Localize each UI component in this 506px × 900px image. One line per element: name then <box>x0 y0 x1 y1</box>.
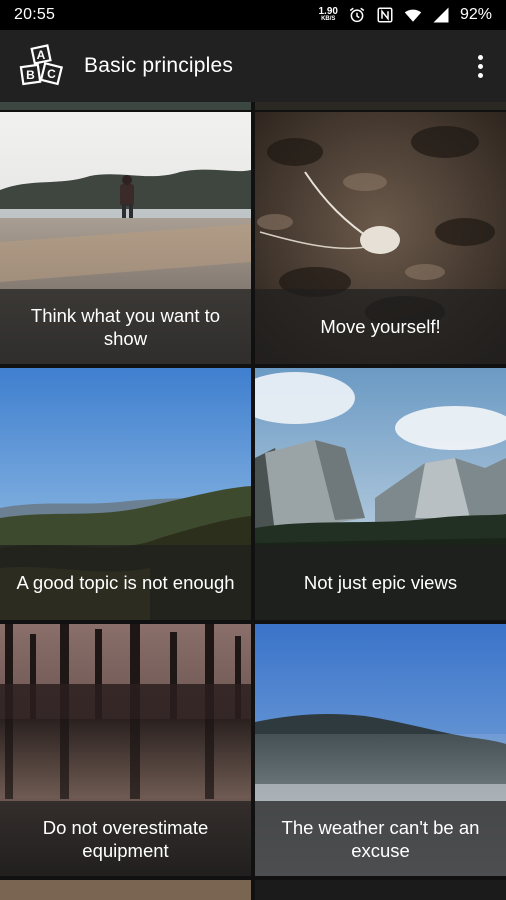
topic-tile[interactable]: Not just epic views <box>255 368 506 620</box>
logo-letter-a: A <box>37 48 46 62</box>
app-bar: A B C Basic principles <box>0 30 506 102</box>
topic-caption: Move yourself! <box>255 289 506 364</box>
topic-caption: Not just epic views <box>255 545 506 620</box>
status-bar: 20:55 1.90 KB/S 92% <box>0 0 506 30</box>
topic-caption: A good topic is not enough <box>0 545 251 620</box>
topic-caption: Think what you want to show <box>0 289 251 364</box>
logo-letter-c: C <box>47 67 56 81</box>
more-vert-icon-dot <box>477 63 483 69</box>
tile-partial-bottom-left[interactable] <box>0 880 251 900</box>
abc-blocks-icon: A B C <box>18 42 66 90</box>
status-time: 20:55 <box>14 6 56 23</box>
more-vert-icon-dot <box>477 72 483 78</box>
more-options-button[interactable] <box>468 46 492 86</box>
topic-tile[interactable]: A good topic is not enough <box>0 368 251 620</box>
nfc-icon <box>377 7 393 23</box>
logo-letter-b: B <box>26 68 35 82</box>
battery-level: 92% <box>459 6 492 23</box>
topic-tile[interactable]: The weather can't be an excuse <box>255 624 506 876</box>
topic-tile[interactable]: Move yourself! <box>255 112 506 364</box>
network-speed-value: 1.90 <box>318 5 338 17</box>
topic-caption: Do not overestimate equipment <box>0 801 251 876</box>
alarm-icon <box>349 7 365 23</box>
tile-partial-top-right[interactable] <box>255 102 506 110</box>
topic-tile[interactable]: Think what you want to show <box>0 112 251 364</box>
network-speed-unit: KB/S <box>321 15 336 22</box>
cell-signal-icon <box>433 7 449 23</box>
tile-partial-top-left[interactable] <box>0 102 251 110</box>
topic-tile[interactable]: Do not overestimate equipment <box>0 624 251 876</box>
more-vert-icon-dot <box>477 54 483 60</box>
network-speed: 1.90 KB/S <box>318 5 338 23</box>
tile-partial-bottom-right[interactable] <box>255 880 506 900</box>
topic-caption: The weather can't be an excuse <box>255 801 506 876</box>
topics-grid: Think what you want to show Move yoursel… <box>0 102 506 900</box>
wifi-icon <box>404 9 422 22</box>
page-title: Basic principles <box>84 54 234 77</box>
status-icons: 1.90 KB/S 92% <box>319 6 493 24</box>
